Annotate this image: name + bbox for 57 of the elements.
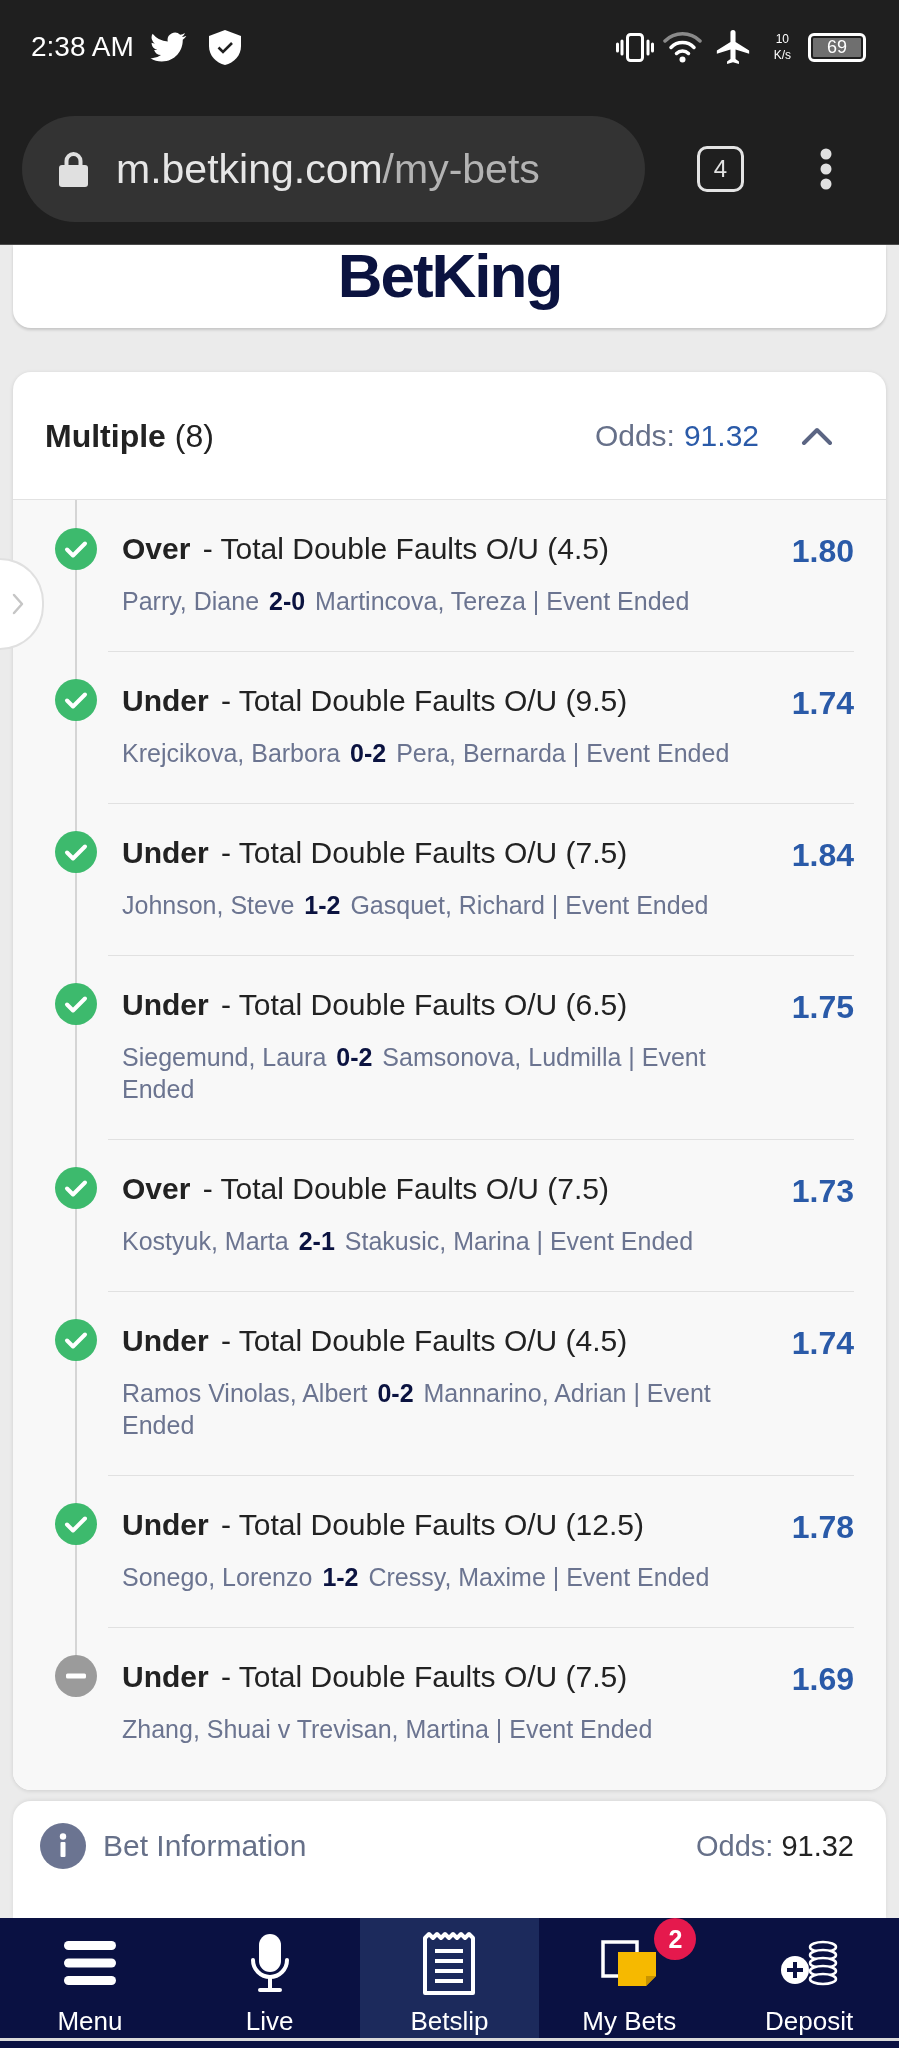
nav-tab[interactable]: Betslip: [359, 1918, 540, 2038]
selection-odds: 1.73: [791, 1172, 854, 1211]
wifi-icon: [662, 31, 702, 63]
match-info: Krejcikova, Barbora 0-2 Pera, Bernarda | Event Ended: [122, 738, 731, 769]
selection-odds: 1.78: [791, 1508, 854, 1547]
chevron-up-icon[interactable]: [801, 426, 833, 445]
bet-title: Multiple (8): [45, 416, 214, 456]
selection-odds: 1.75: [791, 988, 854, 1027]
shield-check-icon: [208, 29, 241, 65]
selection-odds: 1.80: [791, 532, 854, 571]
match-info: Siegemund, Laura 0-2 Samsonova, Ludmilla | Event Ended: [122, 1042, 707, 1105]
receipt-icon: [421, 1930, 478, 1996]
coins-plus-icon: [780, 1940, 839, 1986]
bet-info-label: Bet Information: [103, 1828, 307, 1864]
vibrate-icon: [615, 32, 654, 62]
selection-title: Under - Total Double Faults O/U (6.5): [122, 987, 629, 1023]
selection-odds: 1.69: [791, 1660, 854, 1699]
nav-tab[interactable]: My Bets 2: [539, 1918, 720, 2038]
odds-value: 91.32: [781, 1829, 854, 1864]
match-info: Sonego, Lorenzo 1-2 Cressy, Maxime | Event Ended: [122, 1562, 711, 1593]
microphone-icon: [249, 1934, 290, 1992]
selection-title: Under - Total Double Faults O/U (7.5): [122, 835, 629, 871]
odds-label: Odds:: [696, 1829, 774, 1864]
selection-title: Under - Total Double Faults O/U (9.5): [122, 683, 629, 719]
airplane-icon: [715, 30, 750, 64]
match-info: Zhang, Shuai v Trevisan, Martina | Event Ended: [122, 1714, 654, 1745]
selection-title: Under - Total Double Faults O/U (4.5): [122, 1323, 629, 1359]
address-bar[interactable]: m.betking.com/my-bets: [22, 116, 645, 222]
selection-title: Over - Total Double Faults O/U (7.5): [122, 1171, 610, 1207]
selection-odds: 1.74: [791, 1324, 854, 1363]
chevron-right-icon: [12, 593, 24, 615]
odds-label: Odds:: [594, 417, 675, 454]
bird-icon: [149, 32, 187, 62]
nav-tab[interactable]: Live: [179, 1918, 360, 2038]
lock-icon: [59, 151, 88, 187]
menu-icon: [63, 1941, 116, 1985]
battery-indicator: 69: [808, 32, 866, 62]
info-icon: [40, 1823, 86, 1869]
match-info: Kostyuk, Marta 2-1 Stakusic, Marina | Event Ended: [122, 1226, 695, 1257]
odds-value: 91.32: [683, 417, 759, 454]
selection-title: Over - Total Double Faults O/U (4.5): [122, 531, 610, 567]
match-info: Parry, Diane 2-0 Martincova, Tereza | Event Ended: [122, 586, 691, 617]
status-time: 2:38 AM: [31, 30, 134, 64]
count-badge: 2: [654, 1918, 697, 1960]
url-text: m.betking.com/my-bets: [116, 145, 540, 193]
network-speed-unit: K/s: [773, 47, 791, 63]
match-info: Ramos Vinolas, Albert 0-2 Mannarino, Adrian | Event Ended: [122, 1378, 712, 1441]
selection-odds: 1.84: [791, 836, 854, 875]
tab-switcher-button[interactable]: 4: [697, 146, 744, 192]
nav-tab[interactable]: Deposit: [719, 1918, 899, 2038]
selection-title: Under - Total Double Faults O/U (12.5): [122, 1507, 645, 1543]
network-speed-value: 10: [775, 31, 789, 46]
stacked-notes-icon: [600, 1939, 658, 1987]
match-info: Johnson, Steve 1-2 Gasquet, Richard | Event Ended: [122, 890, 710, 921]
selection-title: Under - Total Double Faults O/U (7.5): [122, 1659, 629, 1695]
nav-tab[interactable]: Menu: [0, 1918, 180, 2038]
selection-odds: 1.74: [791, 684, 854, 723]
